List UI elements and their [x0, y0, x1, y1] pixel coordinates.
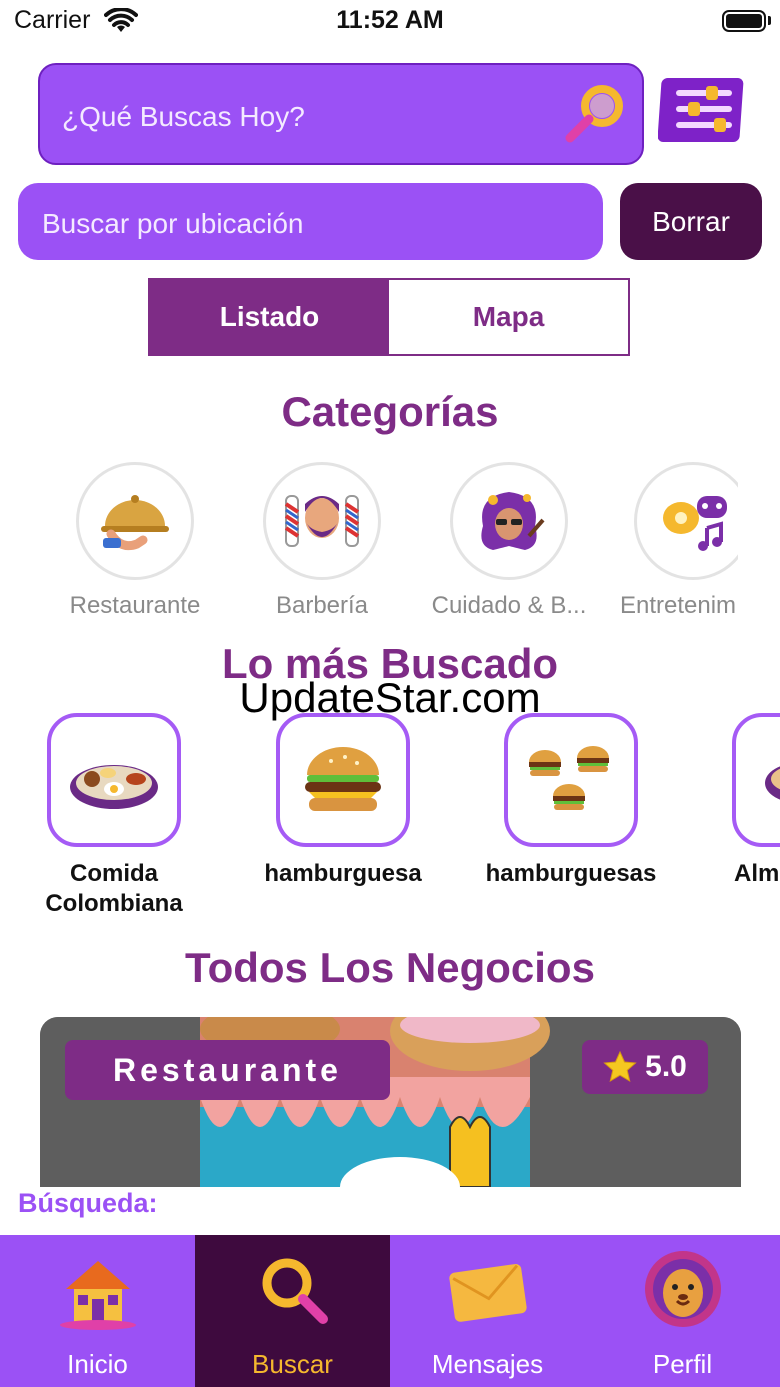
category-item[interactable]: Cuidado & B...: [419, 462, 599, 620]
clear-button[interactable]: Borrar: [620, 183, 762, 260]
category-label: Cuidado & B...: [431, 592, 587, 619]
burger-icon: [305, 747, 381, 811]
nav-label: Inicio: [67, 1349, 128, 1379]
rating-value: 5.0: [645, 1050, 687, 1083]
nav-item-buscar[interactable]: Buscar: [195, 1235, 390, 1387]
envelope-icon: [446, 1249, 530, 1333]
nav-item-mensajes[interactable]: Mensajes: [390, 1235, 585, 1387]
business-category-badge: Restaurante: [65, 1040, 390, 1100]
popular-thumb: [47, 713, 181, 847]
house-icon: [56, 1249, 140, 1333]
category-icon-wrap: [450, 462, 568, 580]
popular-label: Comida Colombiana: [45, 860, 183, 917]
category-icon-wrap: [634, 462, 738, 580]
categories-title: Categorías: [281, 388, 499, 435]
nav-item-perfil[interactable]: Perfil: [585, 1235, 780, 1387]
popular-thumb: [732, 713, 780, 847]
bottom-nav: Inicio Buscar Mensajes Perfil: [0, 1235, 780, 1387]
burgers-icon: [529, 746, 609, 810]
barber-icon: [284, 495, 360, 547]
tab-list[interactable]: Listado: [150, 280, 389, 354]
popular-item[interactable]: hamburguesa: [233, 713, 453, 889]
magnifier-icon[interactable]: [560, 82, 630, 146]
battery-icon: [722, 10, 766, 32]
star-icon: [603, 1050, 637, 1083]
nav-label: Perfil: [652, 1349, 713, 1379]
location-input[interactable]: [40, 203, 564, 245]
filter-icon[interactable]: [658, 74, 748, 146]
tab-map[interactable]: Mapa: [389, 280, 628, 354]
search-results-label: Búsqueda:: [18, 1188, 158, 1218]
cloche-icon: [101, 495, 169, 551]
rating-badge: 5.0: [582, 1040, 708, 1094]
popular-label: Alm: [734, 860, 780, 887]
category-label: Restaurante: [69, 592, 201, 619]
popular-label: hamburguesa: [264, 860, 422, 887]
businesses-title: Todos Los Negocios: [185, 944, 595, 991]
popular-item[interactable]: Comida Colombiana: [4, 713, 224, 919]
nav-item-inicio[interactable]: Inicio: [0, 1235, 195, 1387]
category-label: Barbería: [275, 592, 369, 619]
category-icon-wrap: [76, 462, 194, 580]
category-icon-wrap: [263, 462, 381, 580]
category-item[interactable]: Restaurante: [45, 462, 225, 620]
lion-icon: [641, 1249, 725, 1333]
view-toggle: Listado Mapa: [148, 278, 630, 356]
clock: 11:52 AM: [336, 6, 444, 34]
beauty-icon: [481, 492, 545, 550]
popular-thumb: [276, 713, 410, 847]
battery-nub: [768, 16, 771, 25]
popular-item[interactable]: Alm: [690, 713, 780, 889]
nav-label: Mensajes: [431, 1349, 544, 1379]
status-bar: Carrier 11:52 AM: [0, 0, 780, 44]
entertainment-icon: [663, 496, 727, 551]
category-label: Entretenim: [620, 592, 737, 619]
popular-thumb: [504, 713, 638, 847]
search-icon: [251, 1249, 335, 1333]
popular-item[interactable]: hamburguesas: [461, 713, 681, 889]
platter-icon: [70, 765, 158, 809]
bowl-icon: [765, 766, 780, 800]
popular-label: hamburguesas: [485, 860, 657, 887]
search-input[interactable]: [60, 96, 544, 138]
category-item[interactable]: Barbería: [232, 462, 412, 620]
category-item[interactable]: Entretenim: [606, 462, 738, 620]
nav-label: Buscar: [252, 1349, 333, 1379]
